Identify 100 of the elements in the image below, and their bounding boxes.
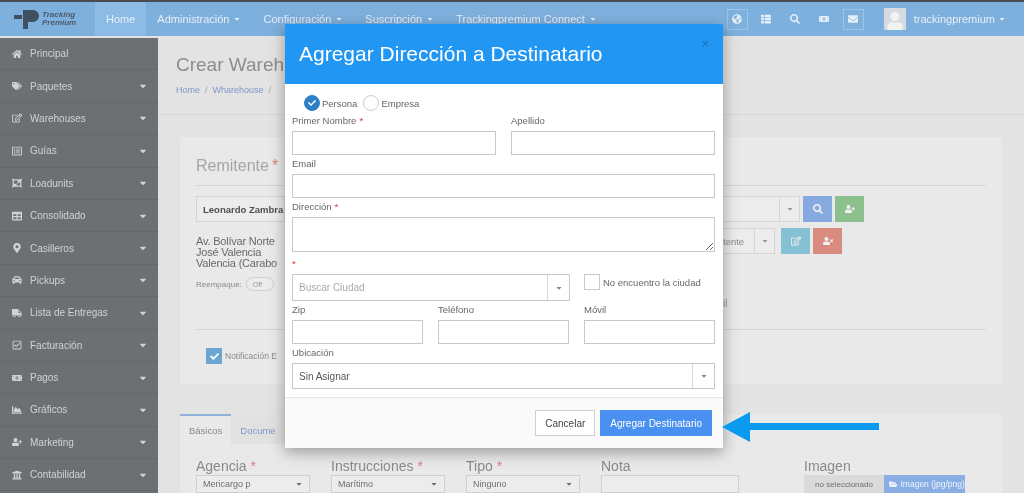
- sender-select[interactable]: Leonardo Zambra: [196, 196, 285, 222]
- search-button[interactable]: [803, 196, 832, 222]
- sidebar-item[interactable]: Paquetes: [0, 70, 158, 103]
- tags-icon: [12, 81, 22, 92]
- email-input[interactable]: [292, 174, 715, 198]
- sidebar-item[interactable]: Contabilidad: [0, 459, 158, 492]
- truck-icon: [12, 307, 22, 318]
- type-select[interactable]: tente: [723, 228, 775, 254]
- zip-input[interactable]: [292, 320, 423, 344]
- field-label: Tipo: [466, 458, 493, 474]
- radio-option[interactable]: Empresa: [363, 95, 420, 111]
- address-line: José Valencia: [196, 247, 263, 258]
- checkbox[interactable]: [584, 274, 600, 290]
- required-mark: *: [292, 258, 296, 271]
- user-plus-icon: [844, 204, 855, 214]
- partial-text: il: [723, 298, 729, 309]
- input-field[interactable]: [601, 475, 739, 493]
- select-field[interactable]: Marítimo: [331, 475, 445, 493]
- money-icon: [12, 372, 22, 383]
- radio-button[interactable]: [304, 95, 320, 111]
- area-chart-icon: [12, 405, 22, 415]
- repack-label: Reempaque:: [196, 279, 242, 289]
- required-mark: *: [496, 458, 503, 474]
- sidebar-item[interactable]: Marketing: [0, 426, 158, 460]
- sender-search-select[interactable]: [723, 196, 800, 222]
- caret-icon: [335, 15, 344, 23]
- field-label: Agencia: [196, 458, 247, 474]
- user-plus-icon: [12, 437, 22, 448]
- car-icon: [12, 275, 22, 286]
- close-button[interactable]: ×: [701, 36, 709, 51]
- nav-menu-item[interactable]: Administración: [146, 2, 253, 36]
- sidebar-item[interactable]: Warehouses: [0, 102, 158, 136]
- required-mark: *: [271, 157, 279, 175]
- required-mark: *: [334, 201, 339, 214]
- check-icon: [308, 99, 316, 107]
- tab[interactable]: Docume: [231, 414, 285, 444]
- sidebar-item[interactable]: Guías: [0, 135, 158, 168]
- field-label: Email: [292, 158, 316, 171]
- breadcrumb-separator: /: [268, 85, 272, 95]
- field-label: Móvil: [584, 304, 607, 317]
- mail-button[interactable]: [842, 8, 864, 30]
- logo[interactable]: Tracking Premium: [0, 2, 95, 36]
- address-textarea[interactable]: [292, 217, 715, 252]
- field-label: Primer Nombre: [292, 115, 357, 128]
- panel-title: Remitente: [196, 157, 269, 175]
- bank-icon: [12, 469, 22, 480]
- city-not-found-option[interactable]: No encuentro la ciudad: [584, 274, 715, 290]
- edit-button[interactable]: [781, 228, 810, 254]
- sidebar-item[interactable]: Casilleros: [0, 232, 158, 265]
- user-remove-icon: [822, 236, 833, 246]
- breadcrumb-separator: /: [205, 85, 208, 95]
- folder-icon: [889, 479, 898, 489]
- first-name-input[interactable]: [292, 131, 496, 155]
- caret-icon: [699, 372, 708, 380]
- mobile-input[interactable]: [584, 320, 715, 344]
- nav-menu-item[interactable]: Configuración: [252, 2, 355, 36]
- radio-option[interactable]: Persona: [304, 95, 358, 111]
- edit-icon: [790, 236, 801, 246]
- sidebar-item[interactable]: Pickups: [0, 264, 158, 298]
- sidebar-item[interactable]: Facturación: [0, 329, 158, 362]
- caret-icon: [430, 480, 438, 488]
- caret-icon: [565, 480, 573, 488]
- table-icon: [12, 210, 22, 221]
- cancel-button[interactable]: Cancelar: [535, 410, 596, 436]
- nav-menu-item[interactable]: Home: [95, 2, 147, 36]
- caret-icon: [426, 15, 435, 23]
- field-label: Ubicación: [292, 347, 334, 360]
- sidebar-item[interactable]: Loadunits: [0, 167, 158, 200]
- breadcrumb-link[interactable]: Home: [176, 85, 200, 95]
- breadcrumb-link[interactable]: Wharehouse: [212, 85, 264, 95]
- field-label: Teléfono: [438, 304, 474, 317]
- user-menu[interactable]: trackingpremium: [913, 13, 1006, 25]
- remove-user-button[interactable]: [813, 228, 842, 254]
- select-field[interactable]: Mericargo p: [196, 475, 310, 493]
- caret-icon: [295, 480, 303, 488]
- sidebar-item[interactable]: Gráficos: [0, 394, 158, 427]
- address-line: Valencia (Carabo: [196, 258, 278, 269]
- location-select[interactable]: Sin Asignar: [292, 363, 715, 389]
- add-user-button[interactable]: [835, 196, 864, 222]
- globe-icon: [732, 14, 743, 24]
- sidebar-item[interactable]: Consolidado: [0, 199, 158, 233]
- sidebar-item[interactable]: Pagos: [0, 361, 158, 395]
- globe-button[interactable]: [726, 8, 748, 30]
- avatar[interactable]: [883, 8, 906, 30]
- sidebar-item[interactable]: Lista de Entregas: [0, 297, 158, 330]
- field-label: Nota: [601, 458, 631, 474]
- nav-menu-item[interactable]: Suscripción: [354, 2, 446, 36]
- phone-input[interactable]: [438, 320, 569, 344]
- select-field[interactable]: Ninguno: [466, 475, 580, 493]
- required-mark: *: [359, 115, 364, 128]
- search-icon: [790, 14, 801, 24]
- nav-menu-item[interactable]: Trackingpremium Connect: [445, 2, 608, 36]
- notification-label: Notificación E: [225, 351, 277, 361]
- sidebar-item[interactable]: Principal: [0, 38, 158, 71]
- upload-button[interactable]: Imagen (jpg/png): [884, 475, 965, 493]
- last-name-input[interactable]: [511, 131, 715, 155]
- grid-icon: [12, 178, 22, 189]
- city-select[interactable]: Buscar Ciudad: [292, 274, 570, 301]
- submit-button[interactable]: Agregar Destinatario: [600, 410, 712, 436]
- notification-checkbox[interactable]: [206, 348, 222, 364]
